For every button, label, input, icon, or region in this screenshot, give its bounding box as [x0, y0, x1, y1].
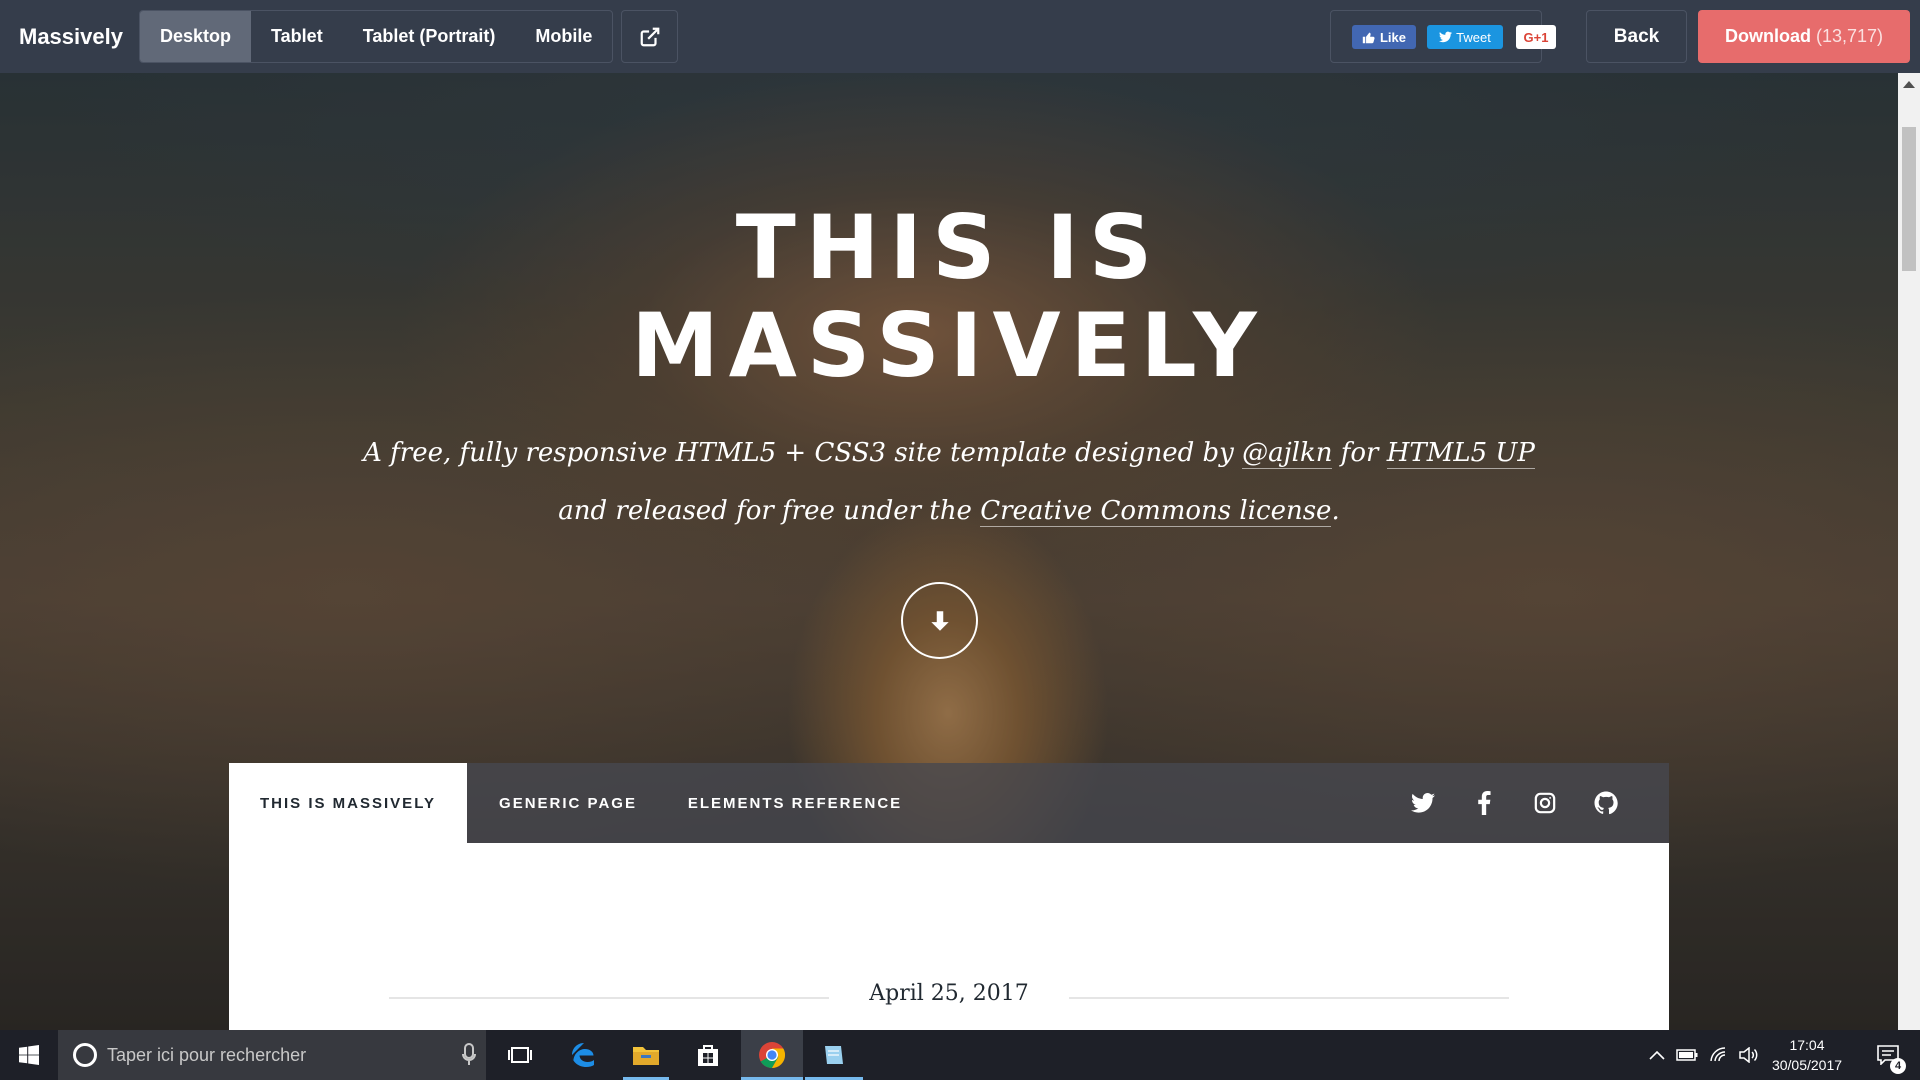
download-button[interactable]: Download (13,717)	[1698, 10, 1910, 63]
show-hidden-icons-button[interactable]	[1644, 1030, 1670, 1080]
view-tablet-portrait-button[interactable]: Tablet (Portrait)	[343, 11, 516, 62]
html5up-link[interactable]: HTML5 UP	[1386, 438, 1535, 469]
taskbar-search[interactable]: Taper ici pour rechercher	[58, 1030, 486, 1080]
post-date: April 25, 2017	[869, 981, 1029, 1006]
download-label: Download	[1724, 26, 1811, 46]
task-view-button[interactable]	[496, 1030, 544, 1080]
volume-icon[interactable]	[1734, 1030, 1764, 1080]
nav-tab-this-is-massively[interactable]: THIS IS MASSIVELY	[229, 763, 467, 843]
date-divider-right	[1069, 997, 1509, 999]
tweet-button[interactable]: Tweet	[1427, 25, 1503, 49]
view-tablet-button[interactable]: Tablet	[251, 11, 343, 62]
chrome-icon[interactable]	[741, 1030, 803, 1080]
store-icon[interactable]	[683, 1030, 733, 1080]
windows-taskbar: Taper ici pour rechercher 17:04 30/05/20…	[0, 1030, 1920, 1080]
social-share-group: Like Tweet G+1	[1330, 10, 1556, 63]
action-center-button[interactable]: 4	[1868, 1030, 1908, 1080]
github-icon[interactable]	[1592, 789, 1620, 817]
view-desktop-button[interactable]: Desktop	[140, 11, 252, 62]
subtitle-text: .	[1331, 496, 1340, 526]
notepad-icon[interactable]	[805, 1030, 863, 1080]
arrow-down-icon	[930, 610, 949, 631]
edge-icon[interactable]	[559, 1030, 609, 1080]
scrollbar-thumb[interactable]	[1902, 127, 1916, 271]
hero-subtitle-line-2: and released for free under the Creative…	[0, 493, 1898, 529]
nav-tab-generic-page[interactable]: GENERIC PAGE	[467, 763, 669, 843]
subtitle-text: A free, fully responsive HTML5 + CSS3 si…	[363, 438, 1243, 468]
twitter-icon[interactable]	[1409, 789, 1437, 817]
battery-icon[interactable]	[1672, 1030, 1702, 1080]
twitter-bird-icon	[1439, 31, 1453, 43]
site-nav: THIS IS MASSIVELY GENERIC PAGE ELEMENTS …	[229, 763, 1669, 843]
nav-tab-elements-reference[interactable]: ELEMENTS REFERENCE	[669, 763, 921, 843]
view-mode-switcher: Desktop Tablet Tablet (Portrait) Mobile	[139, 10, 614, 63]
instagram-icon[interactable]	[1531, 789, 1559, 817]
facebook-icon[interactable]	[1470, 789, 1498, 817]
windows-logo-icon	[19, 1045, 39, 1065]
subtitle-text: for	[1332, 438, 1387, 468]
search-placeholder: Taper ici pour rechercher	[107, 1044, 307, 1065]
view-mobile-button[interactable]: Mobile	[515, 11, 612, 62]
google-plus-button[interactable]: G+1	[1516, 25, 1556, 49]
cortana-icon	[73, 1043, 97, 1067]
clock-time: 17:04	[1789, 1037, 1825, 1053]
wifi-icon[interactable]	[1704, 1030, 1734, 1080]
chevron-up-icon	[1649, 1050, 1665, 1060]
scroll-up-arrow[interactable]	[1903, 81, 1915, 88]
task-view-icon	[508, 1047, 532, 1063]
back-button[interactable]: Back	[1586, 10, 1687, 63]
hero-title-line-1: THIS IS	[735, 196, 1163, 299]
download-count: (13,717)	[1815, 26, 1884, 46]
preview-toolbar: Massively Desktop Tablet Tablet (Portrai…	[0, 0, 1920, 73]
hero-section: THIS IS MASSIVELY A free, fully responsi…	[0, 73, 1898, 1030]
license-link[interactable]: Creative Commons license	[980, 496, 1332, 527]
hero-title-line-2: MASSIVELY	[631, 294, 1267, 397]
open-external-button[interactable]	[621, 10, 678, 63]
external-link-icon	[640, 27, 659, 46]
thumbs-up-icon	[1362, 32, 1375, 43]
hero-subtitle-line-1: A free, fully responsive HTML5 + CSS3 si…	[0, 435, 1898, 471]
subtitle-text: and released for free under the	[558, 496, 981, 526]
clock-date: 30/05/2017	[1771, 1057, 1843, 1073]
tweet-label: Tweet	[1456, 29, 1491, 45]
notification-count: 4	[1890, 1058, 1906, 1074]
file-explorer-icon[interactable]	[621, 1030, 671, 1080]
author-link[interactable]: @ajlkn	[1242, 438, 1333, 469]
facebook-like-label: Like	[1379, 29, 1406, 45]
clock[interactable]: 17:04 30/05/2017	[1764, 1030, 1850, 1080]
page-scrollbar[interactable]	[1898, 73, 1920, 1030]
start-button[interactable]	[0, 1030, 58, 1080]
microphone-icon[interactable]	[462, 1043, 476, 1067]
main-content: April 25, 2017	[229, 843, 1669, 1030]
brand-title: Massively	[19, 24, 123, 49]
facebook-like-button[interactable]: Like	[1352, 25, 1416, 49]
scroll-down-button[interactable]	[901, 582, 978, 659]
